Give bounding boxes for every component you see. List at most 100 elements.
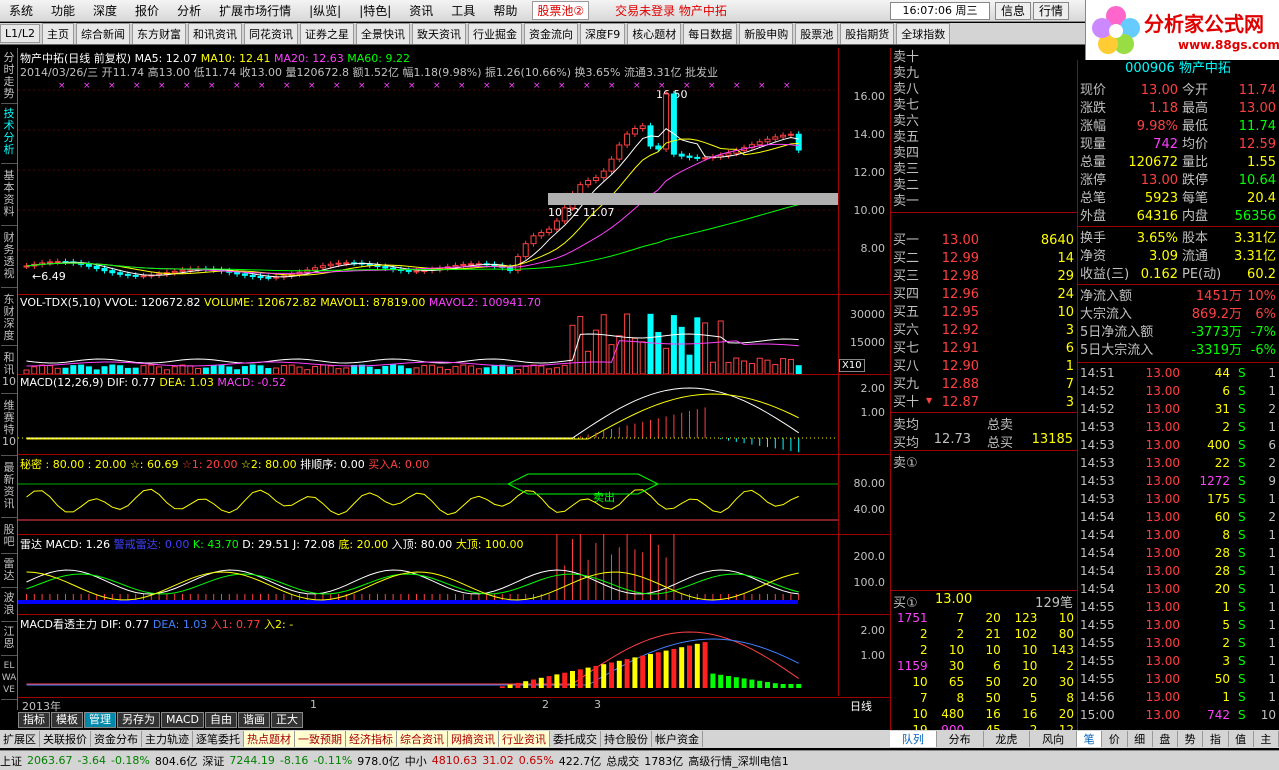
- tick-time: 15:00: [1080, 708, 1115, 722]
- l1l2-button[interactable]: L1/L2: [0, 24, 40, 43]
- tab-weisaite[interactable]: 维赛特10: [1, 400, 17, 456]
- macd2-bar: [515, 682, 521, 688]
- kline-marker: ×: [733, 81, 741, 91]
- func-tab[interactable]: 逐笔委托: [193, 731, 244, 747]
- func-tab[interactable]: 持仓股份: [601, 731, 652, 747]
- queue-cell: 80: [1058, 627, 1074, 641]
- func-tab[interactable]: 关联报价: [40, 731, 91, 747]
- radar-chart: [18, 534, 800, 604]
- tab-main[interactable]: 主: [1254, 731, 1279, 747]
- func-tab[interactable]: 一致预期: [295, 731, 346, 747]
- func-tab[interactable]: 行业资讯: [499, 731, 550, 747]
- info-button[interactable]: 信息: [995, 2, 1031, 20]
- macd-button[interactable]: MACD: [161, 712, 204, 728]
- tab-intraday[interactable]: 分时走势: [1, 52, 17, 104]
- tab-index[interactable]: 指: [1203, 731, 1229, 747]
- tab-technical[interactable]: 技术分析: [1, 108, 17, 164]
- tab-price[interactable]: 价: [1102, 731, 1128, 747]
- menu-item[interactable]: 深度: [84, 2, 126, 19]
- tab-radar[interactable]: 雷达: [1, 558, 17, 588]
- func-tab[interactable]: 扩展区: [0, 731, 40, 747]
- tab-detail[interactable]: 细: [1128, 731, 1153, 747]
- quote-button[interactable]: 行情: [1033, 2, 1069, 20]
- info-link[interactable]: 证券之星: [299, 23, 354, 44]
- volume-bar: [85, 366, 92, 374]
- indicator-button[interactable]: 指标: [18, 712, 50, 728]
- tab-gann[interactable]: 江恩: [1, 626, 17, 656]
- tab-wind[interactable]: 风向: [1030, 731, 1077, 747]
- menu-item[interactable]: 分析: [168, 2, 210, 19]
- tab-finance[interactable]: 财务透视: [1, 232, 17, 288]
- menu-item[interactable]: 系统: [0, 2, 42, 19]
- macd2-bar: [624, 659, 630, 688]
- menu-item[interactable]: 功能: [42, 2, 84, 19]
- tab-trend[interactable]: 势: [1178, 731, 1204, 747]
- info-link[interactable]: 和讯资讯: [187, 23, 242, 44]
- chart-area: 物产中拓(日线 前复权) MA5: 12.07 MA10: 12.41 MA20…: [18, 48, 889, 710]
- info-link[interactable]: 每日数据: [683, 23, 738, 44]
- tab-distribution[interactable]: 分布: [937, 731, 984, 747]
- menu-item[interactable]: |特色|: [350, 2, 400, 19]
- func-tab[interactable]: 帐户资金: [652, 731, 703, 747]
- kline-candle: [46, 261, 53, 264]
- info-link[interactable]: 深度F9: [579, 23, 626, 44]
- func-tab[interactable]: 网摘资讯: [448, 731, 499, 747]
- tab-wave[interactable]: 波浪: [1, 592, 17, 622]
- info-link[interactable]: 致天资讯: [411, 23, 466, 44]
- info-link[interactable]: 新股申购: [739, 23, 794, 44]
- free-button[interactable]: 自由: [204, 712, 237, 728]
- func-tab[interactable]: 经济指标: [346, 731, 397, 747]
- info-link[interactable]: 资金流向: [523, 23, 578, 44]
- func-tab[interactable]: 综合资讯: [397, 731, 448, 747]
- info-link[interactable]: 同花资讯: [243, 23, 298, 44]
- queue-cell: 2: [919, 627, 928, 641]
- menu-item[interactable]: |纵览|: [300, 2, 350, 19]
- stock-pool-button[interactable]: 股票池②: [532, 1, 590, 20]
- menu-item[interactable]: 帮助: [484, 2, 526, 19]
- save-as-button[interactable]: 另存为: [117, 712, 160, 728]
- sh-amount: 804.6亿: [154, 754, 198, 768]
- tick-volume: 1: [1222, 690, 1230, 704]
- func-tab[interactable]: 委托成交: [550, 731, 601, 747]
- tab-queue[interactable]: 队列: [890, 731, 937, 747]
- zhengda-button[interactable]: 正大: [270, 712, 303, 728]
- tab-eastmoney[interactable]: 东财深度: [1, 294, 17, 346]
- tab-dragon-tiger[interactable]: 龙虎: [984, 731, 1031, 747]
- menu-item[interactable]: 报价: [126, 2, 168, 19]
- draw-button[interactable]: 谐画: [237, 712, 270, 728]
- tab-book[interactable]: 盘: [1153, 731, 1178, 747]
- info-link[interactable]: 核心题材: [627, 23, 682, 44]
- info-link[interactable]: 综合新闻: [75, 23, 130, 44]
- func-tab[interactable]: 主力轨迹: [142, 731, 193, 747]
- info-link[interactable]: 全景快讯: [355, 23, 410, 44]
- manage-button[interactable]: 管理: [84, 712, 116, 728]
- tick-count: 2: [1268, 510, 1276, 524]
- tab-hexun[interactable]: 和讯10: [1, 352, 17, 394]
- bid-row: 买八 12.90 1: [893, 358, 1076, 376]
- func-tab[interactable]: 资金分布: [91, 731, 142, 747]
- kline-candle: [257, 276, 264, 279]
- func-tab[interactable]: 热点题材: [244, 731, 295, 747]
- tab-value[interactable]: 值: [1229, 731, 1254, 747]
- tab-elwave[interactable]: EL WA VE: [1, 660, 17, 700]
- info-link[interactable]: 行业掘金: [467, 23, 522, 44]
- menu-item[interactable]: 工具: [442, 2, 484, 19]
- tab-forum[interactable]: 股吧: [1, 524, 17, 554]
- info-link[interactable]: 全球指数: [896, 23, 951, 44]
- kline-highlight-band: [548, 193, 838, 205]
- template-button[interactable]: 模板: [51, 712, 83, 728]
- tab-ticks[interactable]: 笔: [1077, 731, 1103, 747]
- macd-ytick: 1.00: [860, 406, 886, 419]
- info-link[interactable]: 股票池: [795, 23, 839, 44]
- tab-news[interactable]: 最新资讯: [1, 462, 17, 518]
- info-link[interactable]: 股指期货: [840, 23, 895, 44]
- tick-price: 13.00: [1145, 510, 1180, 524]
- volume-bar: [312, 366, 319, 374]
- tab-basic-info[interactable]: 基本资料: [1, 170, 17, 226]
- home-button[interactable]: 主页: [41, 23, 74, 44]
- menu-item[interactable]: 扩展市场行情: [210, 2, 300, 19]
- menu-item[interactable]: 资讯: [400, 2, 442, 19]
- info-link[interactable]: 东方财富: [131, 23, 186, 44]
- flow-row: 5日净流入额 -3773万 -7%: [1080, 324, 1278, 342]
- macd2-bar: [523, 681, 529, 688]
